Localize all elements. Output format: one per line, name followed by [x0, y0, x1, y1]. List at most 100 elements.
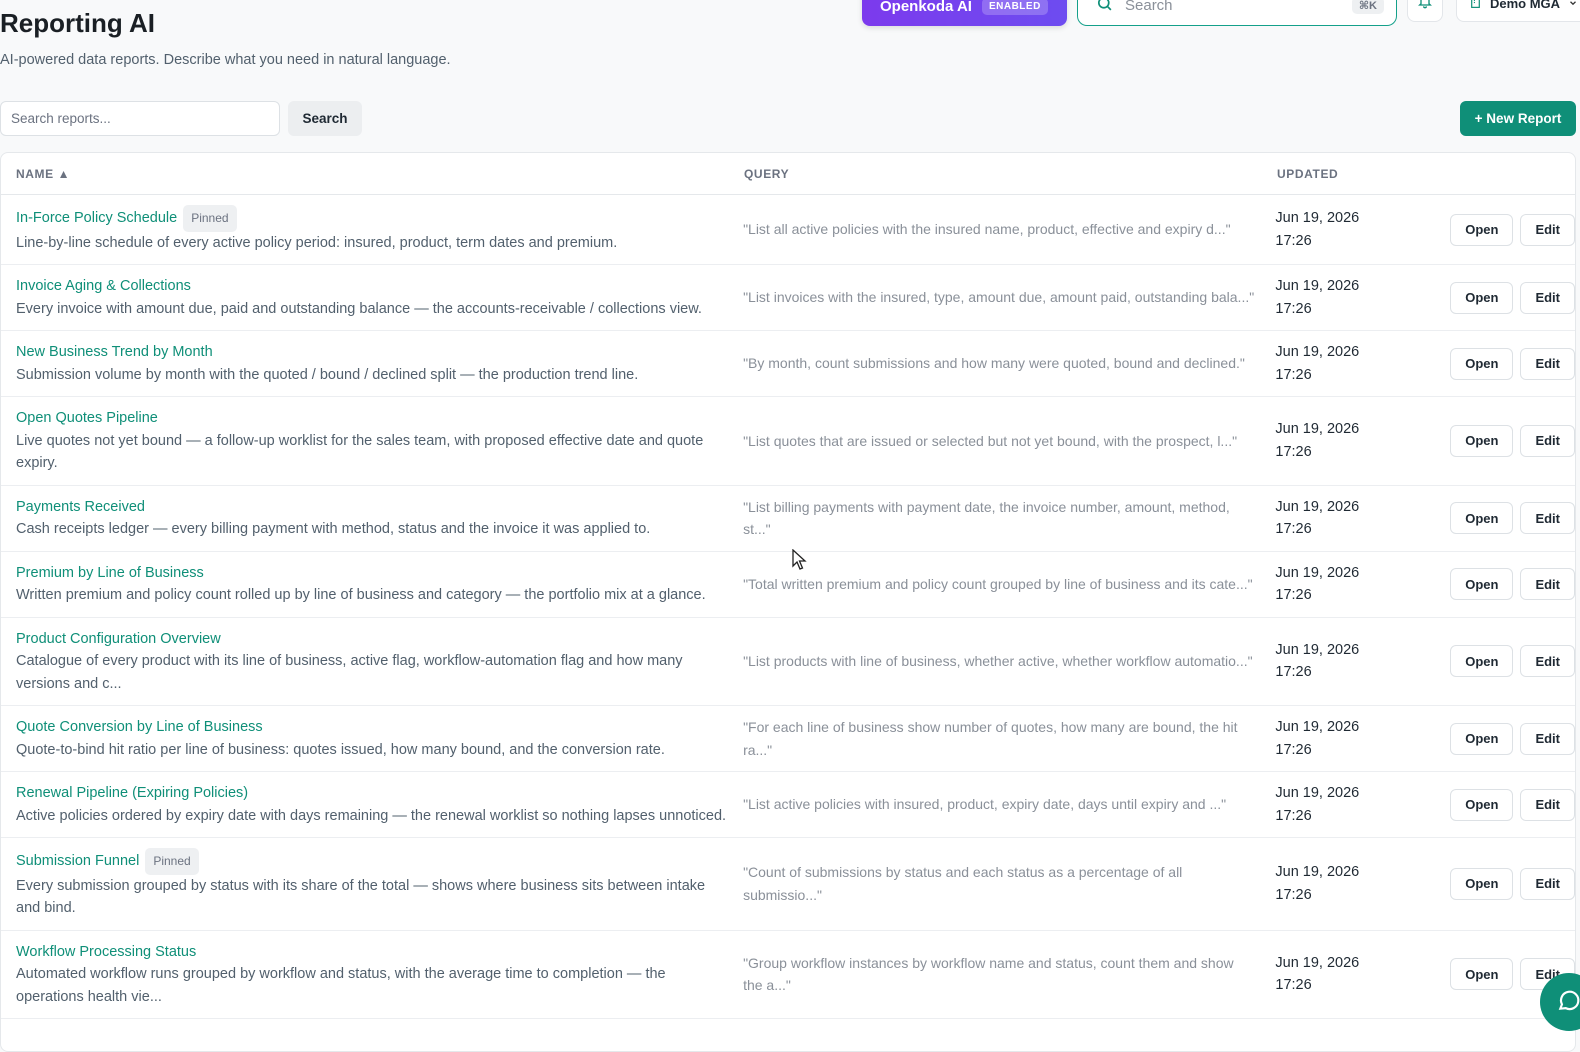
table-row: Renewal Pipeline (Expiring Policies) Acti…: [1, 772, 1575, 838]
report-query: "List quotes that are issued or selected…: [743, 432, 1238, 449]
edit-button[interactable]: Edit: [1520, 502, 1575, 534]
report-name-link[interactable]: Quote Conversion by Line of Business: [16, 716, 263, 739]
edit-button[interactable]: Edit: [1520, 424, 1575, 457]
row-actions: Open Edit: [1415, 424, 1575, 457]
report-cell: Premium by Line of Business Written premi…: [1, 562, 743, 607]
edit-button[interactable]: Edit: [1520, 347, 1575, 380]
open-button[interactable]: Open: [1450, 788, 1514, 821]
report-updated: Jun 19, 2026 17:26: [1275, 782, 1415, 827]
edit-button[interactable]: Edit: [1520, 645, 1575, 678]
report-name-line: In-Force Policy Schedule Pinned: [16, 205, 731, 232]
open-button[interactable]: Open: [1450, 281, 1514, 314]
pinned-badge: Pinned: [145, 848, 199, 875]
report-name-link[interactable]: Invoice Aging & Collections: [16, 275, 191, 298]
report-description: Active policies ordered by expiry date w…: [16, 807, 727, 824]
report-updated: Jun 19, 2026 17:26: [1275, 952, 1415, 997]
report-cell: Product Configuration Overview Catalogue …: [1, 628, 743, 696]
table-row: Open Quotes Pipeline Live quotes not yet …: [1, 397, 1575, 486]
updated-date: Jun 19, 2026: [1275, 278, 1360, 294]
global-search-input[interactable]: Search: [1125, 0, 1340, 14]
report-name-link[interactable]: Product Configuration Overview: [16, 628, 221, 651]
column-header-name[interactable]: NAME ▲: [1, 167, 744, 181]
report-cell: In-Force Policy Schedule Pinned Line-by-li…: [1, 205, 743, 254]
report-query: "For each line of business show number o…: [743, 719, 1238, 758]
report-name-link[interactable]: Submission Funnel: [16, 850, 139, 873]
report-description: Submission volume by month with the quot…: [16, 366, 639, 383]
edit-button[interactable]: Edit: [1520, 788, 1575, 821]
report-name-link[interactable]: Open Quotes Pipeline: [16, 407, 158, 430]
open-button[interactable]: Open: [1450, 958, 1514, 991]
open-button[interactable]: Open: [1450, 347, 1514, 380]
open-button[interactable]: Open: [1450, 568, 1514, 600]
notifications-button[interactable]: [1407, 0, 1443, 22]
openkoda-ai-button[interactable]: Openkoda AI ENABLED: [862, 0, 1067, 26]
column-header-query: QUERY: [744, 166, 790, 181]
updated-time: 17:26: [1275, 886, 1312, 903]
mouse-cursor: [792, 548, 808, 576]
report-name-link[interactable]: Premium by Line of Business: [16, 562, 204, 585]
bell-icon: [1417, 0, 1433, 14]
report-name-line: Product Configuration Overview: [16, 628, 731, 651]
report-updated: Jun 19, 2026 17:26: [1275, 861, 1415, 906]
report-name-link[interactable]: Renewal Pipeline (Expiring Policies): [16, 782, 248, 805]
edit-button[interactable]: Edit: [1520, 722, 1575, 755]
row-actions: Open Edit: [1415, 645, 1575, 678]
updated-date: Jun 19, 2026: [1275, 344, 1360, 360]
report-description: Live quotes not yet bound — a follow-up …: [16, 432, 704, 472]
report-name-link[interactable]: Payments Received: [16, 496, 145, 519]
open-button[interactable]: Open: [1450, 645, 1514, 678]
report-cell: Workflow Processing Status Automated work…: [1, 941, 743, 1009]
updated-time: 17:26: [1275, 807, 1312, 824]
report-updated: Jun 19, 2026 17:26: [1275, 562, 1415, 607]
report-cell: New Business Trend by Month Submission vo…: [1, 341, 743, 386]
table-row: New Business Trend by Month Submission vo…: [1, 331, 1575, 397]
report-name-line: Workflow Processing Status: [16, 941, 731, 964]
edit-button[interactable]: Edit: [1520, 568, 1575, 600]
chat-bubble-icon: [1556, 987, 1580, 1018]
global-search[interactable]: Search ⌘K: [1077, 0, 1397, 26]
ai-name: Openkoda AI: [880, 0, 972, 15]
updated-date: Jun 19, 2026: [1275, 954, 1360, 971]
tenant-switcher[interactable]: Demo MGA: [1456, 0, 1580, 22]
report-name-line: Quote Conversion by Line of Business: [16, 716, 731, 739]
search-button[interactable]: Search: [288, 101, 362, 136]
reports-table: NAME ▲ QUERY UPDATED In-Force Policy Sch…: [0, 152, 1576, 1052]
tenant-name: Demo MGA: [1490, 0, 1561, 11]
report-name-line: Premium by Line of Business: [16, 562, 731, 585]
edit-button[interactable]: Edit: [1520, 281, 1575, 314]
report-updated: Jun 19, 2026 17:26: [1275, 275, 1415, 320]
report-description: Written premium and policy count rolled …: [16, 587, 706, 603]
row-actions: Open Edit: [1415, 788, 1575, 821]
updated-time: 17:26: [1275, 741, 1312, 758]
table-header: NAME ▲ QUERY UPDATED: [1, 153, 1575, 195]
report-name-link[interactable]: New Business Trend by Month: [16, 341, 213, 364]
row-actions: Open Edit: [1415, 568, 1575, 600]
table-row: In-Force Policy Schedule Pinned Line-by-li…: [1, 195, 1575, 265]
report-search-input[interactable]: [0, 101, 280, 136]
open-button[interactable]: Open: [1450, 502, 1514, 534]
report-updated: Jun 19, 2026 17:26: [1275, 207, 1415, 252]
report-name-link[interactable]: In-Force Policy Schedule: [16, 207, 177, 230]
updated-time: 17:26: [1275, 664, 1312, 681]
open-button[interactable]: Open: [1450, 424, 1514, 457]
updated-time: 17:26: [1275, 521, 1312, 537]
report-name-link[interactable]: Workflow Processing Status: [16, 941, 196, 964]
edit-button[interactable]: Edit: [1520, 213, 1575, 246]
updated-time: 17:26: [1275, 443, 1312, 460]
updated-date: Jun 19, 2026: [1275, 421, 1360, 438]
row-actions: Open Edit: [1415, 867, 1575, 900]
updated-date: Jun 19, 2026: [1275, 864, 1360, 881]
report-query: "List active policies with insured, prod…: [743, 796, 1227, 813]
new-report-button[interactable]: + New Report: [1460, 101, 1576, 136]
report-description: Cash receipts ledger — every billing pay…: [16, 521, 651, 537]
open-button[interactable]: Open: [1450, 722, 1514, 755]
open-button[interactable]: Open: [1450, 867, 1514, 900]
edit-button[interactable]: Edit: [1520, 867, 1575, 900]
updated-date: Jun 19, 2026: [1275, 210, 1360, 226]
open-button[interactable]: Open: [1450, 213, 1514, 246]
report-cell: Payments Received Cash receipts ledger — …: [1, 496, 743, 541]
row-actions: Open Edit: [1415, 347, 1575, 380]
report-name-line: Payments Received: [16, 496, 731, 519]
updated-time: 17:26: [1275, 977, 1312, 994]
report-updated: Jun 19, 2026 17:26: [1275, 418, 1415, 463]
